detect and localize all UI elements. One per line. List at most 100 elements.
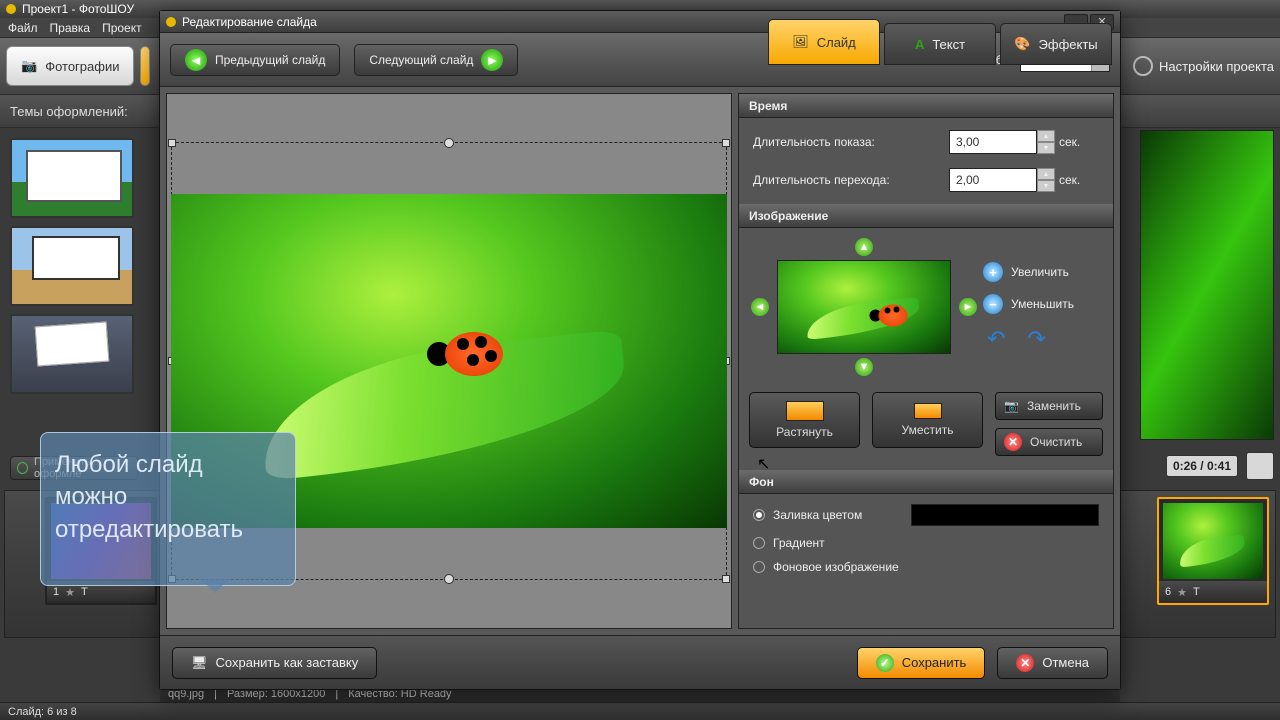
spin-down[interactable]: ▼ (1037, 142, 1055, 154)
show-duration-input[interactable]: ▲▼ (949, 130, 1059, 154)
resize-handle[interactable] (722, 575, 730, 583)
status-text: Слайд: 6 из 8 (8, 706, 77, 718)
show-duration-label: Длительность показа: (753, 135, 949, 149)
radio-icon (753, 509, 765, 521)
hint-tooltip: Любой слайд можно отредактировать (40, 432, 296, 586)
themes-sidebar (4, 130, 140, 402)
photos-tab-label: Фотографии (45, 59, 119, 74)
fit-icon (914, 403, 942, 419)
slot-index: 6 (1165, 586, 1171, 598)
resize-handle[interactable] (168, 139, 176, 147)
tab-hidden[interactable] (140, 46, 150, 86)
t-icon: T (1193, 586, 1200, 598)
check-icon (17, 462, 28, 474)
star-icon: ★ (1177, 586, 1187, 599)
theme-thumb-1[interactable] (10, 138, 134, 218)
preview-area (1140, 130, 1274, 440)
save-label: Сохранить (902, 655, 967, 670)
text-icon: A (915, 37, 924, 52)
slide-icon: 🖼 (792, 34, 809, 50)
menu-edit[interactable]: Правка (50, 21, 91, 35)
dialog-footer: 🖥 Сохранить как заставку ✓ Сохранить ✕ О… (160, 635, 1120, 689)
zoom-in-label: Увеличить (1011, 265, 1069, 279)
unit-label: сек. (1059, 135, 1099, 149)
trans-duration-input[interactable]: ▲▼ (949, 168, 1059, 192)
gear-icon (1133, 56, 1153, 76)
edit-slide-dialog: Редактирование слайда ▁ ✕ ◄ Предыдущий с… (159, 10, 1121, 690)
bg-fill-radio[interactable]: Заливка цветом (753, 504, 1099, 526)
rotate-ccw-button[interactable]: ↶ (987, 326, 1005, 352)
save-as-screensaver-button[interactable]: 🖥 Сохранить как заставку (172, 647, 377, 679)
tab-slide-label: Слайд (817, 35, 856, 50)
tab-text[interactable]: A Текст (884, 23, 996, 65)
check-icon: ✓ (876, 654, 894, 672)
stretch-label: Растянуть (776, 425, 833, 439)
spin-up[interactable]: ▲ (1037, 168, 1055, 180)
tab-slide[interactable]: 🖼 Слайд (768, 19, 880, 65)
zoom-out-icon: − (983, 294, 1003, 314)
zoom-in-button[interactable]: + Увеличить (983, 262, 1069, 282)
spin-down[interactable]: ▼ (1037, 180, 1055, 192)
bg-image-radio[interactable]: Фоновое изображение (753, 560, 1099, 574)
bg-gradient-radio[interactable]: Градиент (753, 536, 1099, 550)
unit-label: сек. (1059, 173, 1099, 187)
image-section-header: Изображение (739, 204, 1113, 228)
cancel-label: Отмена (1042, 655, 1089, 670)
project-settings-label: Настройки проекта (1159, 59, 1274, 74)
slot-index: 1 (53, 586, 59, 598)
save-button[interactable]: ✓ Сохранить (857, 647, 986, 679)
image-preview (777, 260, 951, 354)
bg-section-header: Фон (739, 470, 1113, 494)
spin-up[interactable]: ▲ (1037, 130, 1055, 142)
stretch-button[interactable]: Растянуть (749, 392, 860, 448)
rotate-cw-button[interactable]: ↷ (1027, 326, 1045, 352)
theme-thumb-2[interactable] (10, 226, 134, 306)
stretch-icon (786, 401, 824, 421)
dialog-toolbar: ◄ Предыдущий слайд Следующий слайд ► Мас… (160, 33, 1120, 87)
cancel-button[interactable]: ✕ Отмена (997, 647, 1108, 679)
nudge-up-button[interactable]: ▲ (855, 238, 873, 256)
resize-handle[interactable] (444, 574, 454, 584)
dialog-tabs: 🖼 Слайд A Текст 🎨 Эффекты (768, 11, 1120, 65)
resize-handle[interactable] (722, 139, 730, 147)
project-settings-button[interactable]: Настройки проекта (1133, 56, 1274, 76)
trans-duration-label: Длительность перехода: (753, 173, 949, 187)
next-slide-button[interactable]: Следующий слайд ► (354, 44, 518, 76)
zoom-in-icon: + (983, 262, 1003, 282)
bg-gradient-label: Градиент (773, 536, 825, 550)
dialog-title-text: Редактирование слайда (182, 15, 317, 29)
resize-handle[interactable] (444, 138, 454, 148)
tab-effects[interactable]: 🎨 Эффекты (1000, 23, 1112, 65)
bg-fill-label: Заливка цветом (773, 508, 862, 522)
trans-duration-field[interactable] (949, 168, 1037, 192)
status-bar: Слайд: 6 из 8 (0, 702, 1280, 720)
bg-color-picker[interactable] (911, 504, 1099, 526)
clear-button[interactable]: ✕ Очистить (995, 428, 1103, 456)
menu-file[interactable]: Файл (8, 21, 38, 35)
arrow-right-icon: ► (481, 49, 503, 71)
theme-thumb-3[interactable] (10, 314, 134, 394)
save-as-label: Сохранить как заставку (216, 655, 359, 670)
x-icon: ✕ (1004, 433, 1022, 451)
show-duration-field[interactable] (949, 130, 1037, 154)
timecode-area: 0:26 / 0:41 (1166, 452, 1274, 480)
fullscreen-button[interactable] (1246, 452, 1274, 480)
replace-button[interactable]: 📷 Заменить (995, 392, 1103, 420)
app-icon (6, 4, 16, 14)
nudge-down-button[interactable]: ▼ (855, 358, 873, 376)
nudge-right-button[interactable]: ► (959, 298, 977, 316)
timeline-slot-6[interactable]: 6 ★ T (1157, 497, 1269, 605)
next-slide-label: Следующий слайд (369, 53, 473, 67)
fit-button[interactable]: Уместить (872, 392, 983, 448)
themes-label: Темы оформлений: (10, 104, 128, 119)
zoom-out-button[interactable]: − Уменьшить (983, 294, 1074, 314)
screensaver-icon: 🖥 (191, 655, 208, 671)
menu-project[interactable]: Проект (102, 21, 142, 35)
bg-image-label: Фоновое изображение (773, 560, 899, 574)
photos-tab[interactable]: 📷 Фотографии (6, 46, 134, 86)
main-title-text: Проект1 - ФотоШОУ (22, 2, 134, 16)
nudge-left-button[interactable]: ◄ (751, 298, 769, 316)
radio-icon (753, 537, 765, 549)
dialog-icon (166, 17, 176, 27)
prev-slide-button[interactable]: ◄ Предыдущий слайд (170, 44, 340, 76)
